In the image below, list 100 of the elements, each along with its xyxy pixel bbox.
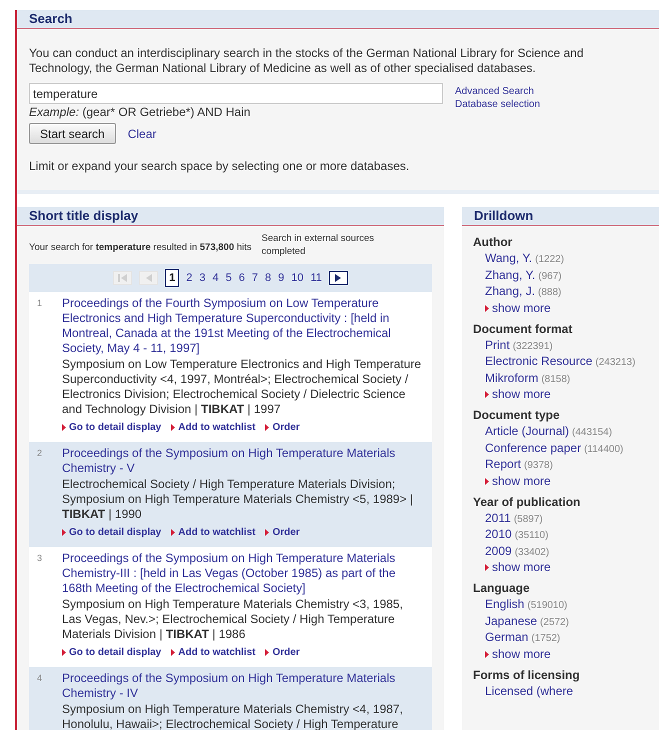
results-summary: Your search for temperature resulted in 573,800 hits [29, 240, 252, 255]
triangle-icon [485, 304, 489, 312]
facet-link[interactable]: Zhang, Y. [485, 266, 536, 282]
facet-link[interactable]: Electronic Resource [485, 353, 592, 369]
result-title[interactable]: Proceedings of the Symposium on High Temperature Materials Chemistry - IV [62, 671, 424, 701]
facet-link[interactable]: Print [485, 336, 510, 352]
facet-link[interactable]: Report [485, 456, 522, 472]
facet-count: (443154) [572, 426, 612, 440]
page-link[interactable]: 5 [226, 270, 232, 286]
facet-count: (888) [538, 286, 562, 300]
facet-heading: Document type [473, 408, 561, 423]
triangle-icon [485, 650, 489, 658]
facet-link[interactable]: English [485, 596, 524, 612]
page-link[interactable]: 6 [238, 270, 245, 286]
next-page-icon [334, 274, 343, 282]
result-action-link[interactable]: Add to watchlist [178, 645, 256, 660]
facet-count: (9378) [524, 459, 553, 473]
result-details: Symposium on Low Temperature Electronics and High Temperature Superconductivity <4, 1997, Montréal>; Electrochemical Society / Electronics Division; Electrochemical Society / Dielectric Science and Technology Division | TIBKAT | 1997 [62, 357, 422, 417]
result-title[interactable]: Proceedings of the Fourth Symposium on Low Temperature Electronics and High Temperature Superconductivity : [held in Montreal, Canada at the 191st Meeting of the Electrochemical Society, May 4 - 11, 1997] [62, 296, 424, 356]
hint-text: Limit or expand your search space by selecting one or more databases. [29, 158, 410, 175]
result-number: 2 [37, 447, 44, 460]
result-action-link[interactable]: Add to watchlist [178, 525, 256, 540]
page-link[interactable]: 8 [264, 270, 272, 286]
result-action-link[interactable]: Go to detail display [69, 420, 162, 435]
page-link[interactable]: 9 [278, 270, 284, 286]
start-search-button[interactable]: Start search [29, 123, 116, 144]
facet-heading: Forms of licensing [473, 668, 581, 682]
facet-count: (8158) [541, 372, 570, 386]
result-action-link[interactable]: Go to detail display [69, 525, 162, 540]
facet-link[interactable]: 2009 [485, 542, 512, 558]
triangle-icon [485, 478, 489, 484]
show-more-link[interactable]: show more [492, 386, 551, 403]
facet-link[interactable]: German [485, 629, 528, 645]
facet-link[interactable]: 2011 [485, 510, 511, 526]
facet-count: (1752) [531, 632, 560, 646]
search-field[interactable]: temperature [29, 83, 443, 104]
facet-count: (322391) [512, 340, 553, 354]
facet-count: (2572) [540, 616, 569, 630]
facet-count: (243213) [595, 356, 636, 370]
next-page-button[interactable] [328, 271, 348, 285]
facet-link[interactable]: Zhang, J. [485, 283, 536, 299]
show-more-link[interactable]: show more [492, 300, 551, 316]
intro-text: You can conduct an interdisciplinary search in the stocks of the German National Library for Science and Technology, the German National Library of Medicine as well as of other specialised databases. [29, 46, 585, 76]
page-link[interactable]: 7 [252, 270, 258, 286]
first-page-icon [118, 274, 128, 282]
page-link[interactable]: 4 [212, 270, 219, 286]
result-action-link[interactable]: Add to watchlist [178, 420, 256, 435]
show-more-link[interactable]: show more [492, 472, 551, 490]
facet-link[interactable]: Article (Journal) [485, 423, 570, 439]
external-search-status: Search in external sources completed [262, 232, 376, 258]
triangle-icon [171, 529, 176, 536]
show-more-link[interactable]: show more [492, 646, 551, 662]
result-action-link[interactable]: Go to detail display [69, 645, 162, 660]
result-action-link[interactable]: Order [272, 525, 300, 540]
facet-heading: Author [473, 235, 514, 250]
page-link[interactable]: 1 [165, 268, 180, 288]
facet-link[interactable]: Wang, Y. [485, 250, 532, 266]
result-action-link[interactable]: Order [272, 645, 300, 660]
facet-heading: Year of publication [473, 494, 582, 510]
triangle-icon [485, 564, 489, 571]
triangle-icon [62, 424, 66, 431]
facet-link[interactable]: Conference paper [485, 440, 582, 456]
page-link[interactable]: 3 [199, 270, 206, 286]
search-link[interactable]: Advanced Search [455, 85, 540, 98]
triangle-icon [265, 529, 270, 536]
triangle-icon [265, 649, 270, 656]
facet-heading: Language [473, 581, 531, 596]
search-link[interactable]: Database selection [455, 98, 540, 111]
previous-page-icon [144, 274, 154, 282]
facet-link[interactable]: Japanese [485, 612, 538, 628]
page-link[interactable]: 11 [310, 270, 322, 286]
facet-count: (5897) [514, 512, 543, 526]
facet-count: (519010) [527, 599, 568, 613]
show-more-link[interactable]: show more [492, 559, 551, 576]
facet-count: (33402) [514, 546, 550, 560]
result-title[interactable]: Proceedings of the Symposium on High Temperature Materials Chemistry - V [62, 446, 424, 476]
result-action-link[interactable]: Order [272, 420, 300, 435]
triangle-icon [62, 649, 66, 656]
triangle-icon [265, 424, 270, 431]
result-number: 3 [37, 552, 44, 565]
result-details: Symposium on High Temperature Materials Chemistry <3, 1985, Las Vegas, Nev.>; Electrochemical Society / High Temperature Materials Division | TIBKAT | 1986 [62, 597, 404, 642]
page-link[interactable]: 2 [186, 270, 192, 286]
facet-count: (1222) [535, 253, 564, 267]
panel-title: Drilldown [474, 207, 534, 226]
triangle-icon [171, 649, 176, 656]
facet-link[interactable]: 2010 [485, 526, 512, 542]
result-number: 1 [37, 297, 44, 310]
example-text: Example: (gear* OR Getriebe*) AND Hain [29, 105, 252, 119]
panel-title: Search [29, 10, 72, 28]
triangle-icon [62, 529, 66, 536]
triangle-icon [485, 391, 489, 398]
triangle-icon [171, 424, 176, 431]
facet-count: (35110) [514, 529, 548, 543]
page-link[interactable]: 10 [291, 270, 304, 286]
facet-count: (114400) [584, 442, 624, 456]
result-title[interactable]: Proceedings of the Symposium on High Temperature Materials Chemistry-III : [held in Las Vegas (October 1985) as part of the 168th Meeting of the Electrochemical Society] [62, 551, 424, 596]
facet-heading: Document format [473, 322, 574, 336]
facet-link[interactable]: Mikroform [485, 370, 538, 386]
clear-link[interactable]: Clear [128, 124, 156, 142]
facet-link[interactable]: Licensed (where [485, 682, 574, 698]
